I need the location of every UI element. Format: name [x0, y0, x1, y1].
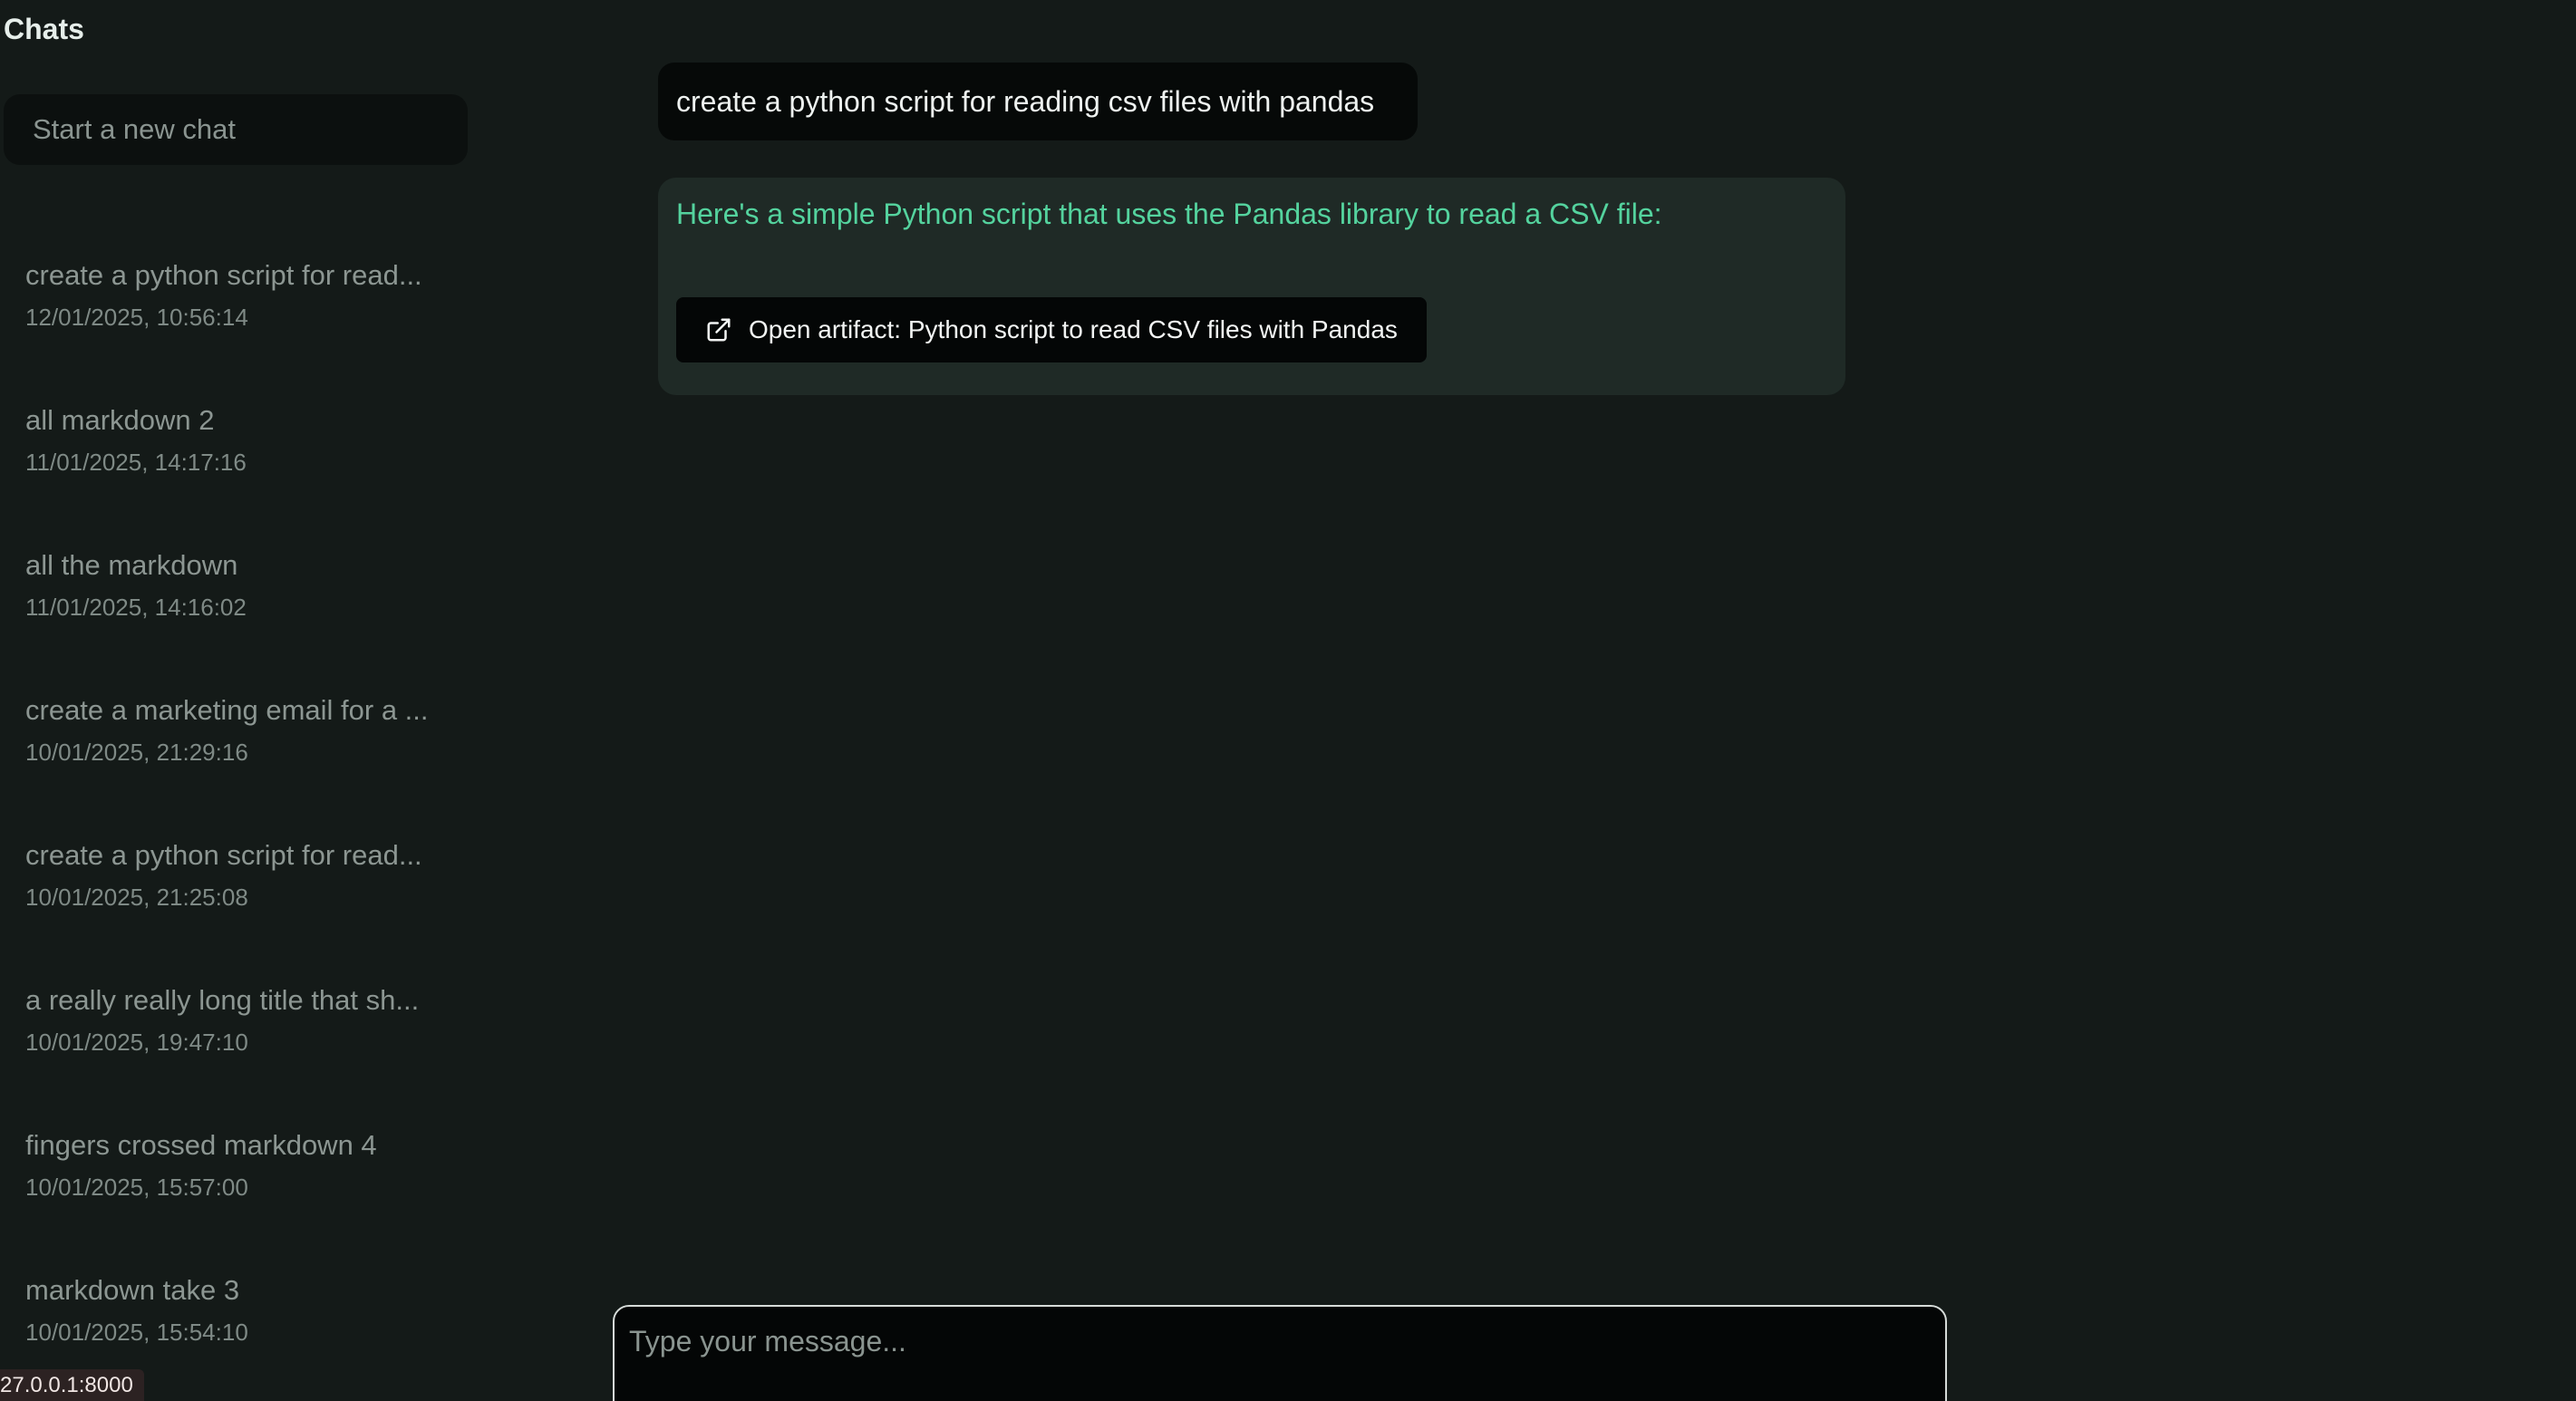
- chat-item-title: all markdown 2: [25, 404, 215, 436]
- chat-list-item[interactable]: create a python script for read... 12/01…: [0, 254, 480, 399]
- message-input[interactable]: [613, 1305, 1947, 1401]
- new-chat-input[interactable]: [4, 94, 468, 165]
- chat-item-title: create a marketing email for a ...: [25, 694, 429, 726]
- chat-app: Chats create a python script for read...…: [0, 0, 2576, 1401]
- chat-list-item[interactable]: create a marketing email for a ... 10/01…: [0, 689, 480, 834]
- chat-list-item[interactable]: all markdown 2 11/01/2025, 14:17:16: [0, 399, 480, 544]
- status-bar-url: 27.0.0.1:8000: [0, 1369, 144, 1401]
- sidebar-title: Chats: [4, 13, 84, 45]
- chat-list-item[interactable]: fingers crossed markdown 4 10/01/2025, 1…: [0, 1124, 480, 1269]
- user-message-bubble: create a python script for reading csv f…: [658, 63, 1419, 140]
- chat-item-timestamp: 11/01/2025, 14:17:16: [25, 449, 247, 476]
- chat-item-title: a really really long title that sh...: [25, 984, 420, 1016]
- open-artifact-button[interactable]: Open artifact: Python script to read CSV…: [676, 297, 1427, 362]
- chat-list: create a python script for read... 12/01…: [0, 254, 480, 1401]
- chat-item-timestamp: 10/01/2025, 21:29:16: [25, 739, 248, 766]
- chat-list-item[interactable]: a really really long title that sh... 10…: [0, 979, 480, 1124]
- chat-item-timestamp: 12/01/2025, 10:56:14: [25, 304, 248, 331]
- chat-item-title: create a python script for read...: [25, 839, 422, 871]
- sidebar: Chats create a python script for read...…: [0, 0, 480, 1401]
- assistant-message-text: Here's a simple Python script that uses …: [676, 198, 1662, 230]
- chat-list-item[interactable]: create a python script for read... 10/01…: [0, 834, 480, 979]
- chat-item-timestamp: 10/01/2025, 21:25:08: [25, 884, 248, 911]
- chat-list-item[interactable]: all the markdown 11/01/2025, 14:16:02: [0, 544, 480, 689]
- chat-item-timestamp: 10/01/2025, 19:47:10: [25, 1029, 248, 1056]
- assistant-message-bubble: Here's a simple Python script that uses …: [658, 178, 1845, 395]
- chat-item-title: create a python script for read...: [25, 259, 422, 291]
- chat-item-title: fingers crossed markdown 4: [25, 1129, 377, 1161]
- chat-item-title: markdown take 3: [25, 1274, 240, 1306]
- external-link-icon: [705, 316, 732, 343]
- chat-item-title: all the markdown: [25, 549, 238, 581]
- chat-item-timestamp: 10/01/2025, 15:57:00: [25, 1174, 248, 1201]
- chat-item-timestamp: 11/01/2025, 14:16:02: [25, 594, 247, 621]
- chat-item-timestamp: 10/01/2025, 15:54:10: [25, 1319, 248, 1346]
- open-artifact-label: Open artifact: Python script to read CSV…: [749, 315, 1398, 343]
